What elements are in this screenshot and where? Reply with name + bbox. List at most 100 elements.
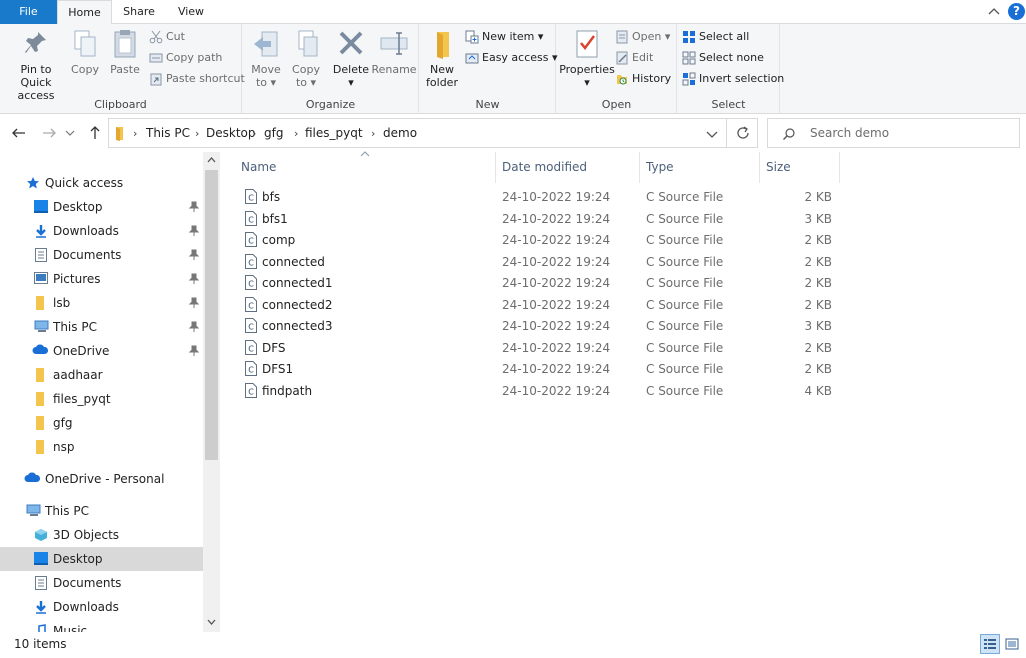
- recent-locations-chevron-icon[interactable]: [64, 124, 76, 142]
- tab-share[interactable]: Share: [114, 0, 164, 24]
- table-row[interactable]: Ccomp 24-10-2022 19:24 C Source File 2 KB: [232, 230, 840, 252]
- delete-button[interactable]: Delete ▾: [331, 28, 371, 89]
- table-row[interactable]: C DFS 24-10-2022 19:24 C Source File 2 KB: [232, 338, 840, 360]
- pin-icon[interactable]: [189, 345, 199, 357]
- collapse-ribbon-chevron-icon[interactable]: [986, 4, 1002, 20]
- nav-item-pc-documents[interactable]: Documents: [0, 571, 203, 595]
- breadcrumb-separator-icon[interactable]: ›: [133, 127, 137, 140]
- forward-arrow-icon[interactable]: [40, 124, 58, 142]
- breadcrumb-separator-icon[interactable]: ›: [252, 127, 256, 140]
- nav-item-nsp[interactable]: nsp: [0, 435, 203, 459]
- breadcrumb-separator-icon[interactable]: ›: [294, 127, 298, 140]
- file-name: connected1: [262, 276, 333, 290]
- address-history-chevron-icon[interactable]: [705, 127, 719, 141]
- breadcrumb-files-pyqt[interactable]: files_pyqt: [305, 126, 363, 140]
- table-row[interactable]: Cconnected3 24-10-2022 19:24 C Source File…: [232, 316, 840, 338]
- pin-icon[interactable]: [189, 273, 199, 285]
- nav-item-this-pc[interactable]: This PC: [0, 315, 203, 339]
- paste-button[interactable]: Paste: [106, 28, 144, 76]
- table-row[interactable]: Cbfs1 24-10-2022 19:24 C Source File 3 KB: [232, 209, 840, 231]
- history-button[interactable]: History: [615, 70, 671, 88]
- scroll-down-arrow-icon[interactable]: [207, 618, 216, 626]
- nav-item-pictures[interactable]: Pictures: [0, 267, 203, 291]
- column-header-type[interactable]: Type: [640, 152, 760, 183]
- column-header-label: Date modified: [502, 160, 588, 174]
- nav-item-3d-objects[interactable]: 3D Objects: [0, 523, 203, 547]
- up-arrow-icon[interactable]: [86, 124, 104, 142]
- paste-shortcut-button[interactable]: Paste shortcut: [149, 70, 245, 88]
- edit-button[interactable]: Edit: [615, 49, 653, 67]
- breadcrumb-gfg[interactable]: gfg: [264, 126, 283, 140]
- nav-item-files-pyqt[interactable]: files_pyqt: [0, 387, 203, 411]
- pin-to-quick-access-button[interactable]: Pin to Quick access: [4, 28, 68, 102]
- nav-item-pc-downloads[interactable]: Downloads: [0, 595, 203, 619]
- nav-item-desktop[interactable]: Desktop: [0, 195, 203, 219]
- nav-onedrive-personal[interactable]: OneDrive - Personal: [0, 467, 203, 491]
- nav-item-desktop-selected[interactable]: Desktop: [0, 547, 203, 571]
- nav-item-lsb[interactable]: lsb: [0, 291, 203, 315]
- column-header-date-modified[interactable]: Date modified: [496, 152, 640, 183]
- scrollbar-thumb[interactable]: [205, 170, 218, 460]
- easy-access-label: Easy access: [482, 51, 549, 64]
- rename-button[interactable]: Rename: [371, 28, 417, 76]
- properties-icon: [576, 30, 598, 58]
- table-row[interactable]: C DFS1 24-10-2022 19:24 C Source File 2 KB: [232, 359, 840, 381]
- table-row[interactable]: Cfindpath 24-10-2022 19:24 C Source File 4 …: [232, 381, 840, 403]
- breadcrumb-this-pc[interactable]: This PC: [146, 126, 190, 140]
- select-all-button[interactable]: Select all: [682, 28, 749, 46]
- address-bar[interactable]: › This PC › Desktop › gfg › files_pyqt ›…: [108, 118, 758, 148]
- move-to-button[interactable]: Move to ▾: [247, 28, 285, 89]
- desktop-icon: [34, 552, 48, 565]
- pin-icon[interactable]: [189, 297, 199, 309]
- copy-to-button[interactable]: Copy to ▾: [287, 28, 325, 89]
- help-icon[interactable]: ?: [1008, 3, 1025, 20]
- svg-text:C: C: [248, 366, 254, 375]
- breadcrumb-desktop[interactable]: Desktop: [206, 126, 256, 140]
- new-item-button[interactable]: New item ▾: [465, 28, 543, 46]
- pin-label-1: Pin to Quick: [20, 63, 52, 89]
- search-box[interactable]: Search demo: [767, 118, 1020, 148]
- nav-item-music[interactable]: Music: [0, 619, 203, 632]
- file-type: C Source File: [646, 211, 724, 226]
- copy-button[interactable]: Copy: [68, 28, 102, 76]
- nav-this-pc[interactable]: This PC: [0, 499, 203, 523]
- properties-button[interactable]: Properties ▾: [559, 28, 615, 89]
- column-header-size[interactable]: Size: [760, 152, 840, 183]
- nav-item-documents[interactable]: Documents: [0, 243, 203, 267]
- nav-item-onedrive[interactable]: OneDrive: [0, 339, 203, 363]
- table-row[interactable]: Cbfs 24-10-2022 19:24 C Source File 2 KB: [232, 187, 840, 209]
- select-none-icon: [682, 51, 696, 65]
- breadcrumb-demo[interactable]: demo: [383, 126, 417, 140]
- nav-item-gfg[interactable]: gfg: [0, 411, 203, 435]
- select-none-button[interactable]: Select none: [682, 49, 764, 67]
- pin-icon[interactable]: [189, 321, 199, 333]
- pin-icon[interactable]: [189, 225, 199, 237]
- breadcrumb-separator-icon[interactable]: ›: [195, 127, 199, 140]
- table-row[interactable]: Cconnected1 24-10-2022 19:24 C Source File…: [232, 273, 840, 295]
- breadcrumb-separator-icon[interactable]: ›: [371, 127, 375, 140]
- table-row[interactable]: Cconnected 24-10-2022 19:24 C Source File 2…: [232, 252, 840, 274]
- pin-icon[interactable]: [189, 249, 199, 261]
- details-view-button[interactable]: [980, 634, 1000, 654]
- table-row[interactable]: Cconnected2 24-10-2022 19:24 C Source File…: [232, 295, 840, 317]
- copy-path-button[interactable]: Copy path: [149, 49, 222, 67]
- large-icons-view-icon[interactable]: [1004, 636, 1020, 652]
- tab-home[interactable]: Home: [57, 0, 112, 25]
- sort-ascending-icon: [360, 151, 370, 157]
- back-arrow-icon[interactable]: [10, 124, 28, 142]
- invert-selection-button[interactable]: Invert selection: [682, 70, 784, 88]
- open-button[interactable]: Open ▾: [615, 28, 670, 46]
- new-folder-button[interactable]: New folder: [422, 28, 462, 89]
- nav-item-aadhaar[interactable]: aadhaar: [0, 363, 203, 387]
- nav-quick-access[interactable]: Quick access: [0, 171, 203, 195]
- scroll-up-arrow-icon[interactable]: [207, 156, 216, 164]
- nav-item-downloads[interactable]: Downloads: [0, 219, 203, 243]
- easy-access-button[interactable]: Easy access ▾: [465, 49, 558, 67]
- cut-button[interactable]: Cut: [149, 28, 185, 46]
- pin-icon[interactable]: [189, 201, 199, 213]
- tab-view[interactable]: View: [166, 0, 216, 24]
- refresh-icon[interactable]: [735, 125, 751, 141]
- nav-label: files_pyqt: [53, 392, 111, 406]
- tab-file[interactable]: File: [0, 0, 57, 24]
- navigation-pane-scrollbar[interactable]: [203, 152, 220, 632]
